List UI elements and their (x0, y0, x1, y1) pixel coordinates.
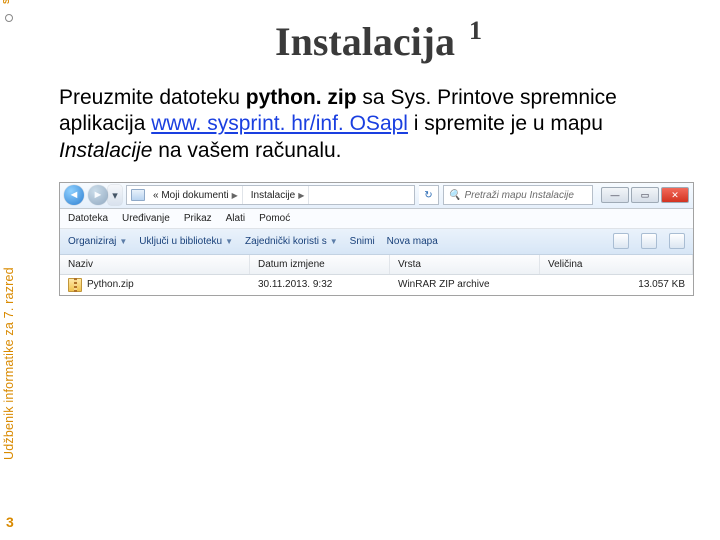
breadcrumb-label: Instalacije (251, 190, 295, 201)
toolbar-organize[interactable]: Organiziraj ▼ (68, 236, 127, 247)
toolbar-label: Zajednički koristi s (245, 236, 327, 247)
toolbar-label: Nova mapa (387, 236, 438, 247)
computer-icon (131, 189, 145, 201)
file-type: WinRAR ZIP archive (390, 279, 540, 290)
toolbar-label: Uključi u biblioteku (139, 236, 222, 247)
menu-file[interactable]: Datoteka (68, 213, 108, 224)
col-name[interactable]: Naziv (60, 255, 250, 274)
page-title: Instalacija 1 (53, 18, 700, 65)
file-list: Naziv Datum izmjene Vrsta Veličina Pytho… (60, 255, 693, 295)
breadcrumb-bar[interactable]: « Moji dokumenti ▶ Instalacije ▶ (126, 185, 415, 205)
filename-bold: python. zip (246, 86, 357, 109)
chevron-down-icon: ▼ (330, 237, 338, 246)
file-row[interactable]: Python.zip 30.11.2013. 9:32 WinRAR ZIP a… (60, 275, 693, 295)
nav-history-dropdown[interactable]: ▾ (108, 185, 122, 205)
nav-forward-button[interactable]: ► (88, 185, 108, 205)
search-input[interactable]: 🔍 Pretraži mapu Instalacije (443, 185, 593, 205)
maximize-button[interactable]: ▭ (631, 187, 659, 203)
close-button[interactable]: ✕ (661, 187, 689, 203)
title-footnote-number: 1 (469, 16, 482, 45)
title-text: Instalacija (275, 19, 455, 64)
toolbar-include-library[interactable]: Uključi u biblioteku ▼ (139, 236, 233, 247)
instruction-paragraph: Preuzmite datoteku python. zip sa Sys. P… (59, 85, 694, 164)
explorer-titlebar: ◄ ► ▾ « Moji dokumenti ▶ Instalacije ▶ ↻… (60, 183, 693, 209)
col-date[interactable]: Datum izmjene (250, 255, 390, 274)
toolbar-label: Organiziraj (68, 236, 116, 247)
breadcrumb-label: « Moji dokumenti (153, 190, 229, 201)
col-type[interactable]: Vrsta (390, 255, 540, 274)
chevron-right-icon: ▶ (298, 191, 304, 200)
search-icon: 🔍 (448, 190, 460, 201)
menu-edit[interactable]: Uređivanje (122, 213, 170, 224)
breadcrumb-segment[interactable]: « Moji dokumenti ▶ (149, 186, 243, 204)
download-link[interactable]: www. sysprint. hr/inf. OSapl (151, 112, 408, 135)
breadcrumb-segment[interactable]: Instalacije ▶ (247, 186, 310, 204)
column-headers: Naziv Datum izmjene Vrsta Veličina (60, 255, 693, 275)
help-icon[interactable] (669, 233, 685, 249)
minimize-button[interactable]: — (601, 187, 629, 203)
text-fragment: i spremite je u mapu (408, 112, 603, 135)
chevron-right-icon: ▶ (232, 191, 238, 200)
nav-back-button[interactable]: ◄ (64, 185, 84, 205)
file-name: Python.zip (87, 279, 134, 290)
textbook-side-label: Udžbenik informatike za 7. razred (2, 267, 16, 460)
zip-archive-icon (68, 278, 82, 292)
logo-dot (5, 14, 13, 22)
col-size[interactable]: Veličina (540, 255, 693, 274)
menu-tools[interactable]: Alati (226, 213, 245, 224)
explorer-menu-bar: Datoteka Uređivanje Prikaz Alati Pomoć (60, 209, 693, 229)
explorer-toolbar: Organiziraj ▼ Uključi u biblioteku ▼ Zaj… (60, 229, 693, 255)
view-icon[interactable] (613, 233, 629, 249)
chevron-down-icon: ▼ (119, 237, 127, 246)
toolbar-label: Snimi (350, 236, 375, 247)
folder-name-italic: Instalacije (59, 139, 152, 162)
brand-logo: SysPrint (2, 0, 11, 4)
search-placeholder: Pretraži mapu Instalacije (464, 190, 574, 201)
menu-view[interactable]: Prikaz (184, 213, 212, 224)
file-size: 13.057 KB (540, 279, 693, 290)
text-fragment: na vašem računalu. (152, 139, 341, 162)
toolbar-share[interactable]: Zajednički koristi s ▼ (245, 236, 338, 247)
preview-pane-icon[interactable] (641, 233, 657, 249)
text-fragment: Preuzmite datoteku (59, 86, 246, 109)
chevron-down-icon: ▼ (225, 237, 233, 246)
toolbar-burn[interactable]: Snimi (350, 236, 375, 247)
menu-help[interactable]: Pomoć (259, 213, 290, 224)
file-date: 30.11.2013. 9:32 (250, 279, 390, 290)
page-number: 3 (6, 514, 14, 530)
window-controls: — ▭ ✕ (601, 187, 689, 203)
toolbar-new-folder[interactable]: Nova mapa (387, 236, 438, 247)
refresh-button[interactable]: ↻ (419, 185, 439, 205)
file-explorer-window: ◄ ► ▾ « Moji dokumenti ▶ Instalacije ▶ ↻… (59, 182, 694, 296)
